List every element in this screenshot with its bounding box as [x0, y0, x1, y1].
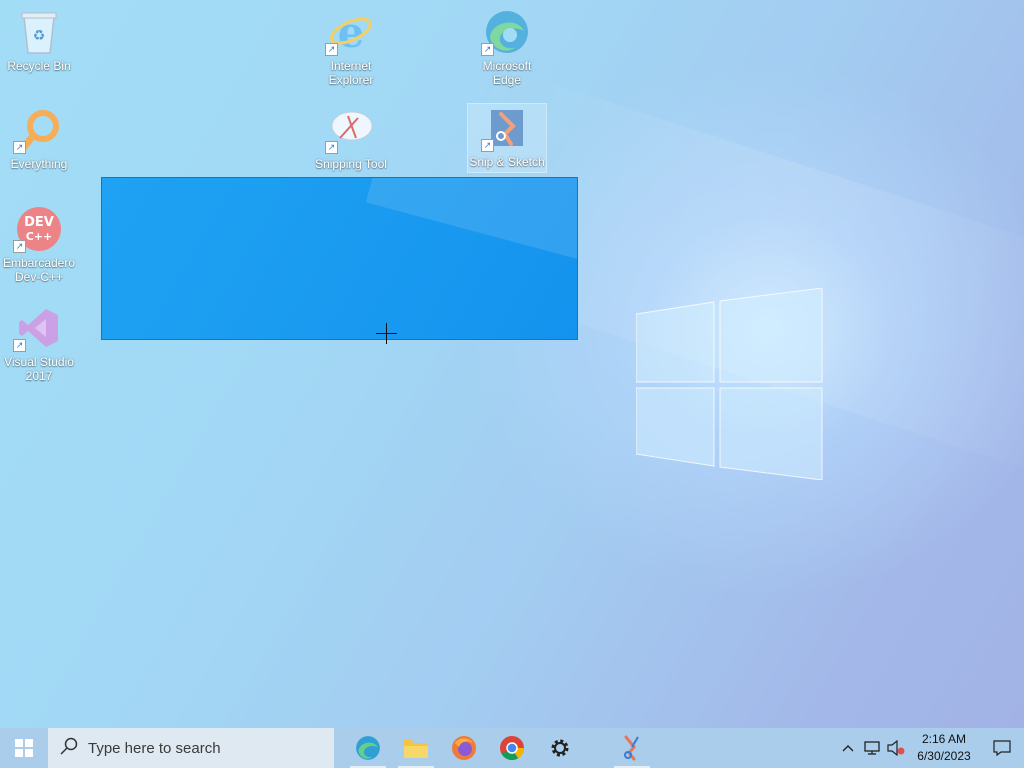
desktop-icon-visual-studio[interactable]: ↗ Visual Studio 2017 — [0, 304, 78, 383]
shortcut-arrow-icon: ↗ — [325, 43, 338, 56]
firefox-icon — [452, 736, 476, 760]
shortcut-arrow-icon: ↗ — [481, 43, 494, 56]
clock-date: 6/30/2023 — [917, 749, 971, 763]
volume-muted-icon[interactable] — [884, 728, 908, 768]
everything-search-icon: ↗ — [13, 106, 63, 154]
desktop-icon-everything[interactable]: ↗ Everything — [0, 106, 78, 171]
edge-icon — [356, 736, 380, 760]
desktop-icon-dev-cpp[interactable]: DEV C++ ↗ Embarcadero Dev-C++ — [0, 205, 78, 284]
desktop-icon-label: Microsoft Edge — [482, 59, 532, 87]
windows-start-icon — [15, 739, 33, 757]
start-button[interactable] — [0, 728, 48, 768]
clock-time: 2:16 AM — [921, 732, 967, 746]
desktop-icon-label: Embarcadero Dev-C++ — [2, 256, 76, 284]
snip-selection-rectangle[interactable] — [101, 177, 578, 340]
crosshair-cursor-icon — [376, 323, 397, 344]
taskbar-app-settings[interactable] — [536, 728, 584, 768]
taskbar-app-edge[interactable] — [344, 728, 392, 768]
search-placeholder: Type here to search — [88, 739, 221, 757]
desktop-icon-label: Snipping Tool — [315, 157, 387, 171]
taskbar-search-box[interactable]: Type here to search — [48, 728, 334, 768]
folder-icon — [404, 740, 428, 758]
taskbar: Type here to search 2:16 AM 6/30/2023 — [0, 728, 1024, 768]
windows-logo-wallpaper — [636, 288, 823, 480]
dev-cpp-badge-text: DEV — [24, 215, 54, 230]
search-icon — [60, 737, 78, 759]
system-tray: 2:16 AM 6/30/2023 — [836, 728, 1024, 768]
svg-text:e: e — [338, 9, 365, 55]
taskbar-app-snip-sketch[interactable] — [608, 728, 656, 768]
network-icon[interactable] — [860, 728, 884, 768]
snip-sketch-icon — [624, 735, 639, 761]
show-hidden-icons-chevron-up-icon[interactable] — [836, 728, 860, 768]
shortcut-arrow-icon: ↗ — [481, 139, 494, 152]
shortcut-arrow-icon: ↗ — [13, 339, 26, 352]
chrome-icon — [500, 736, 524, 761]
desktop-icon-snip-sketch[interactable]: ↗ Snip & Sketch — [467, 103, 547, 173]
desktop-icon-microsoft-edge[interactable]: ↗ Microsoft Edge — [468, 8, 546, 87]
shortcut-arrow-icon: ↗ — [13, 141, 26, 154]
gear-icon — [551, 739, 569, 757]
svg-text:♻: ♻ — [33, 28, 46, 44]
taskbar-app-file-explorer[interactable] — [392, 728, 440, 768]
desktop-icon-label: Snip & Sketch — [469, 155, 545, 169]
taskbar-app-chrome[interactable] — [488, 728, 536, 768]
snip-sketch-icon: ↗ — [481, 104, 531, 152]
desktop-icon-label: Everything — [10, 157, 68, 171]
snipping-tool-icon: ↗ — [325, 106, 375, 154]
svg-text:C++: C++ — [26, 230, 53, 243]
dev-cpp-icon: DEV C++ ↗ — [13, 205, 63, 253]
action-center-notification-icon[interactable] — [980, 728, 1024, 768]
edge-icon: ↗ — [481, 8, 531, 56]
selection-highlight — [365, 178, 577, 270]
internet-explorer-icon: e ↗ — [325, 8, 375, 56]
taskbar-app-firefox[interactable] — [440, 728, 488, 768]
shortcut-arrow-icon: ↗ — [325, 141, 338, 154]
desktop-icon-label: Internet Explorer — [328, 59, 374, 87]
desktop-icon-internet-explorer[interactable]: e ↗ Internet Explorer — [312, 8, 390, 87]
desktop[interactable]: ♻ Recycle Bin ↗ Everything DEV C++ ↗ Emb… — [0, 0, 1024, 728]
visual-studio-icon: ↗ — [13, 304, 63, 352]
taskbar-clock[interactable]: 2:16 AM 6/30/2023 — [908, 731, 980, 765]
desktop-icon-label: Recycle Bin — [7, 59, 71, 73]
desktop-icon-recycle-bin[interactable]: ♻ Recycle Bin — [0, 8, 78, 73]
desktop-icon-snipping-tool[interactable]: ↗ Snipping Tool — [312, 106, 390, 171]
recycle-bin-icon: ♻ — [15, 8, 63, 56]
desktop-icon-label: Visual Studio 2017 — [4, 355, 74, 383]
shortcut-arrow-icon: ↗ — [13, 240, 26, 253]
